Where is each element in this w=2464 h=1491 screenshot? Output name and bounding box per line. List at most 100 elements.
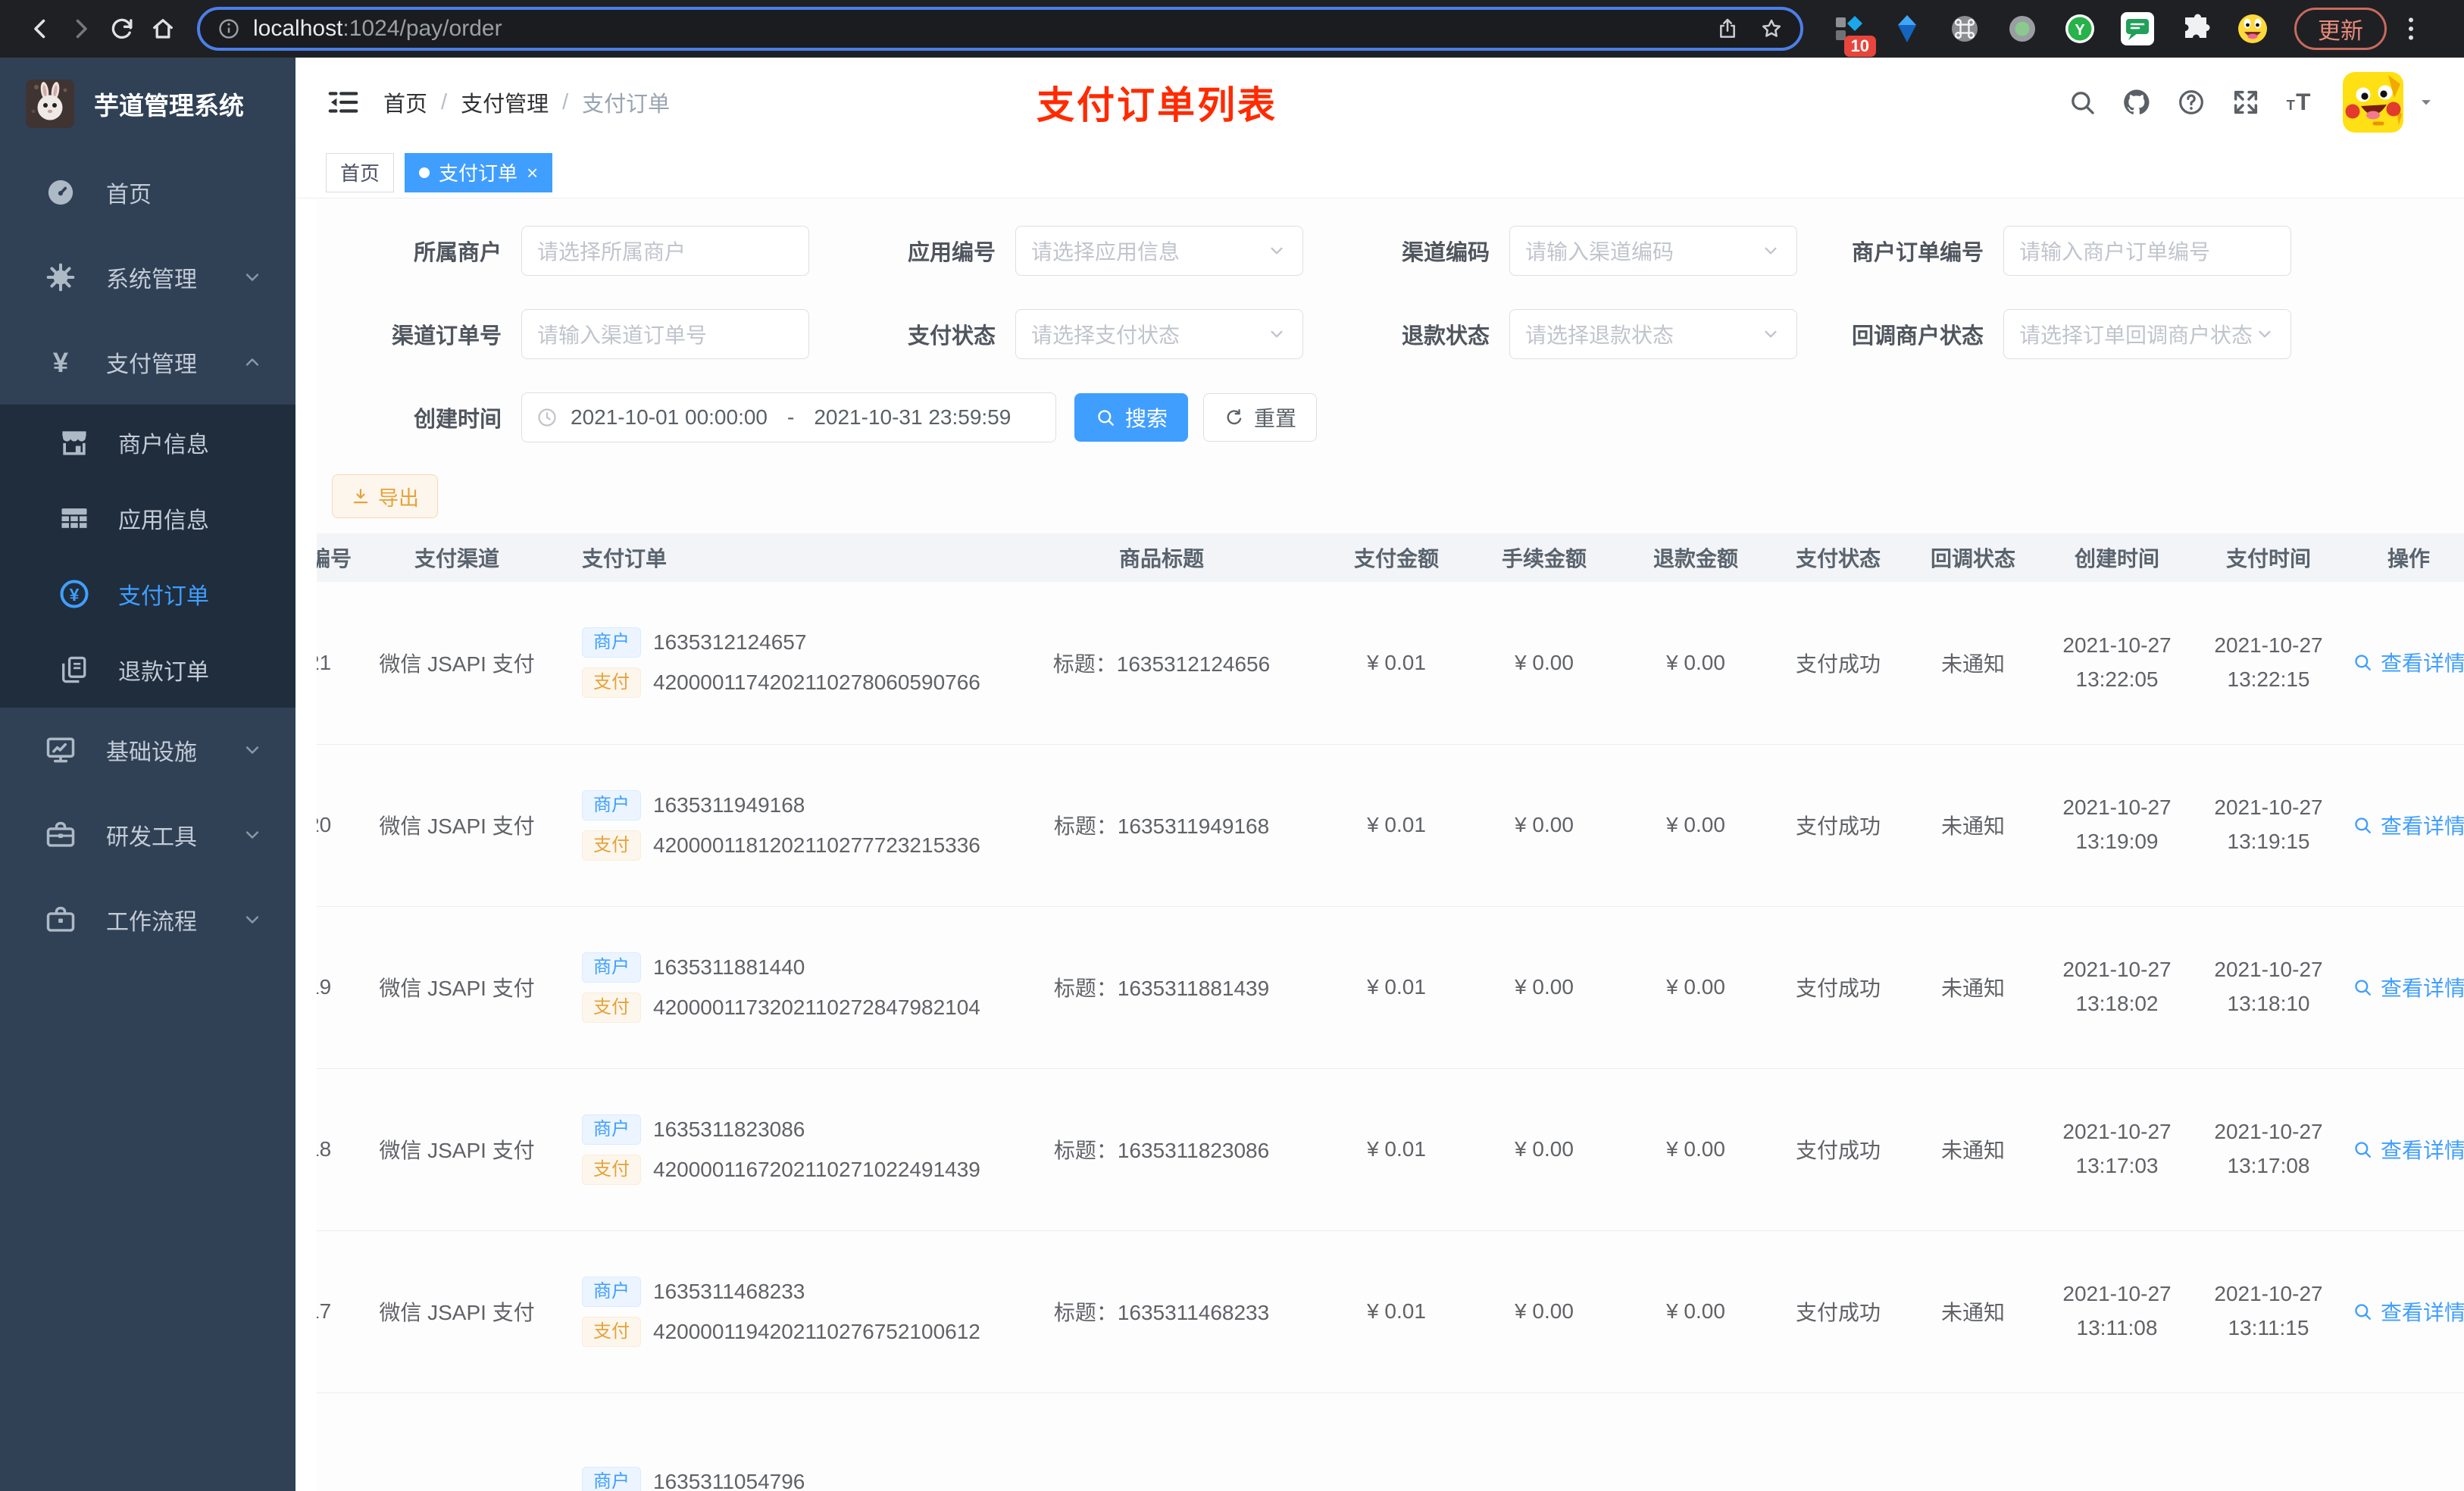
chevron-down-icon [1760,324,1781,345]
share-icon[interactable] [1715,17,1740,41]
cell-paid: 2021-10-27 13:17:08 [2193,1068,2344,1231]
ext-tabs-diamond-icon[interactable]: 10 [1832,11,1876,57]
ext-chat-icon[interactable] [2120,11,2155,46]
sidebar-item-payment[interactable]: ¥ 支付管理 [0,320,295,405]
sidebar-item-app-info[interactable]: 应用信息 [0,480,295,556]
sidebar-item-pay-order[interactable]: ¥ 支付订单 [0,556,295,632]
reset-button[interactable]: 重置 [1203,393,1318,442]
cell-amount: ¥ 0.01 [1324,744,1468,907]
browser-chrome: localhost:1024/pay/order 10 Y 更新 [0,0,2464,58]
navbar: 首页 / 支付管理 / 支付订单 支付订单列表 TT [295,58,2464,147]
channel-order-no-input[interactable]: 请输入渠道订单号 [521,309,809,359]
ext-y-green-icon[interactable]: Y [2062,11,2097,46]
notify-status-select[interactable]: 请选择订单回调商户状态 [2003,309,2291,359]
header-search-button[interactable] [2061,81,2103,123]
refund-status-select[interactable]: 请选择退款状态 [1509,309,1797,359]
ext-command-icon[interactable] [1947,11,1982,46]
github-button[interactable] [2115,81,2158,123]
merchant-input[interactable]: 请选择所属商户 [521,226,809,276]
sidebar-item-label: 退款订单 [118,660,209,685]
time-line: 13:19:15 [2227,830,2310,853]
fullscreen-button[interactable] [2225,81,2267,123]
sidebar-item-workflow[interactable]: 工作流程 [0,877,295,962]
view-detail-label: 查看详情 [2380,976,2464,1000]
breadcrumb-separator: / [441,89,448,114]
view-detail-link[interactable]: 查看详情 [2352,810,2464,840]
merchant-tag: 商户 [582,1114,641,1145]
breadcrumb-separator: / [562,89,569,114]
sidebar-item-home[interactable]: 首页 [0,150,295,235]
page-title-annotation: 支付订单列表 [1037,84,1277,127]
ext-emoji-icon[interactable] [2235,11,2270,46]
help-button[interactable] [2170,81,2212,123]
tab-home[interactable]: 首页 [326,152,395,192]
column-header-9: 创建时间 [2041,533,2193,582]
filter-group-channel-code: 渠道编码 请输入渠道编码 [1306,226,1800,276]
avatar-caret-down-icon[interactable] [2416,92,2437,113]
merchant-tag: 商户 [582,952,641,983]
chevron-down-icon [1266,240,1287,261]
view-detail-link[interactable]: 查看详情 [2352,972,2464,1002]
breadcrumb-item-home[interactable]: 首页 [383,86,427,118]
sidebar-item-label: 研发工具 [106,825,197,850]
filter-label-channel-code: 渠道编码 [1401,241,1490,265]
browser-reload-button[interactable] [102,8,142,49]
update-button[interactable]: 更新 [2294,8,2387,50]
tab-pay-order[interactable]: 支付订单 × [405,152,553,192]
export-button-label: 导出 [378,486,419,510]
ext-gem-icon[interactable] [1890,11,1925,46]
content: 所属商户 请选择所属商户 应用编号 请选择应用信息 渠道编码 请输入渠道编码 商户订单编号请… [295,198,2464,1491]
reload-icon [108,15,136,42]
browser-back-button[interactable] [20,8,61,49]
view-detail-link[interactable]: 查看详情 [2352,1296,2464,1327]
export-button[interactable]: 导出 [332,474,438,518]
sidebar-item-system[interactable]: 系统管理 [0,235,295,320]
cell-empty [1771,1393,1905,1491]
extensions-puzzle-icon[interactable] [2178,11,2212,46]
cell-fee: ¥ 0.00 [1468,744,1620,907]
sidebar-item-refund-order[interactable]: 退款订单 [0,632,295,708]
cell-created: 2021-10-27 13:22:05 [2041,582,2193,745]
browser-home-button[interactable] [142,8,183,49]
sidebar-item-label: 基础设施 [106,740,197,765]
cell-action: 查看详情 [2344,906,2464,1069]
merchant-order-no-input[interactable]: 请输入商户订单编号 [2003,226,2291,276]
placeholder-text: 请选择所属商户 [537,240,686,264]
bookmark-star-icon[interactable] [1759,17,1784,41]
font-size-button[interactable]: TT [2279,81,2322,123]
sidebar-fold-icon[interactable] [326,85,361,120]
view-detail-link[interactable]: 查看详情 [2352,1134,2464,1164]
view-detail-label: 查看详情 [2380,652,2464,676]
url-path: :1024/pay/order [342,16,502,41]
sidebar-item-merchant-info[interactable]: 商户信息 [0,405,295,480]
sidebar-item-label: 支付管理 [106,352,197,377]
search-button[interactable]: 搜索 [1074,393,1189,442]
cell-created: 2021-10-27 13:18:02 [2041,906,2193,1069]
channel-code-select[interactable]: 请输入渠道编码 [1509,226,1797,276]
ext-record-dot-icon[interactable] [2005,11,2040,46]
address-bar[interactable]: localhost:1024/pay/order [197,7,1803,51]
docs-icon [58,653,91,686]
column-header-2: 支付订单 [544,533,999,582]
cell-amount: ¥ 0.01 [1324,582,1468,745]
sidebar-item-infrastructure[interactable]: 基础设施 [0,708,295,792]
filter-group-channel-order-no: 渠道订单号 请输入渠道订单号 [318,309,812,359]
close-tab-icon[interactable]: × [527,163,538,183]
order-no-value: 4200001167202110271022491439 [653,1157,980,1181]
browser-menu-icon[interactable] [2396,14,2426,44]
cell-pay-order: 商户 1635312124657 支付 42000011742021102780605… [544,582,999,745]
browser-forward-button[interactable] [61,8,102,49]
order-no-value: 1635312124657 [653,630,807,655]
avatar[interactable] [2343,72,2403,133]
breadcrumb-item-payment[interactable]: 支付管理 [461,86,549,118]
view-detail-link[interactable]: 查看详情 [2352,647,2464,677]
pay-status-select[interactable]: 请选择支付状态 [1015,309,1303,359]
reset-button-label: 重置 [1254,407,1297,430]
search-icon [1095,407,1116,428]
site-info-icon[interactable] [217,17,241,41]
create-time-range-picker[interactable]: 2021-10-01 00:00:00 - 2021-10-31 23:59:5… [521,392,1056,442]
order-no-line: 商户 1635311823086 [582,1114,999,1145]
sidebar-item-dev-tools[interactable]: 研发工具 [0,792,295,877]
cell-title: 标题：1635312124656 [999,582,1324,745]
app-no-select[interactable]: 请选择应用信息 [1015,226,1303,276]
